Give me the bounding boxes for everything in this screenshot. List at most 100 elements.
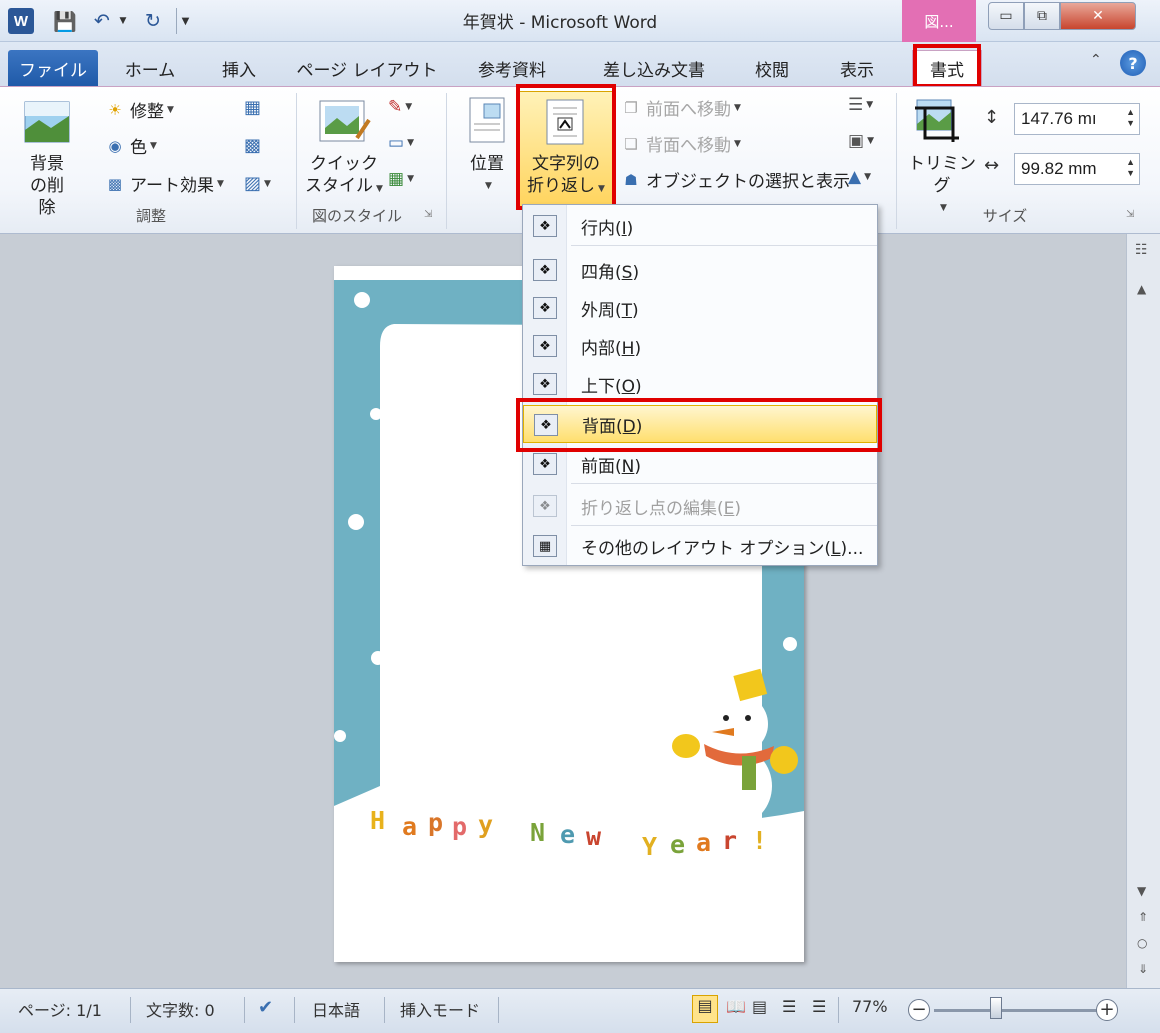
menu-item-in-line[interactable]: ❖ 行内(I) xyxy=(523,207,877,245)
status-separator xyxy=(294,997,295,1023)
full-screen-reading-view-icon[interactable]: 📖 xyxy=(726,997,746,1016)
title-bar: W 💾 ↶ ▼ ↻ ▼ 年賀状 - Microsoft Word 図... ▭ … xyxy=(0,0,1160,42)
scroll-up-icon[interactable]: ▲ xyxy=(1137,282,1146,296)
wrap-in-line-icon: ❖ xyxy=(533,215,557,237)
tab-references[interactable]: 参考資料 xyxy=(460,50,564,86)
scroll-down-icon[interactable]: ▼ xyxy=(1137,884,1146,898)
selection-pane-button[interactable]: ☗ オブジェクトの選択と表示 xyxy=(620,167,850,193)
send-backward-label: 背面へ移動 xyxy=(646,136,731,156)
menu-item-behind-text[interactable]: ❖ 背面(D) xyxy=(523,405,877,443)
align-icon[interactable]: ☰ ▼ xyxy=(848,95,873,115)
sun-icon: ☀ xyxy=(108,100,122,119)
undo-dropdown-icon[interactable]: ▼ xyxy=(116,8,130,34)
dialog-launcher-icon[interactable]: ⇲ xyxy=(1126,209,1134,220)
tab-file[interactable]: ファイル xyxy=(8,50,98,86)
chevron-down-icon: ▼ xyxy=(864,172,871,182)
tab-review[interactable]: 校閲 xyxy=(740,50,804,86)
menu-item-label: 四角(S) xyxy=(581,262,640,283)
position-icon xyxy=(466,95,508,145)
outline-view-icon[interactable]: ☰ xyxy=(782,997,796,1016)
status-bar: ページ: 1/1 文字数: 0 ✔ 日本語 挿入モード ▤ 📖 ▤ ☰ ☰ 77… xyxy=(0,988,1160,1033)
width-input[interactable]: 99.82 mm ▲ ▼ xyxy=(1014,153,1140,185)
menu-item-through[interactable]: ❖ 内部(H) xyxy=(523,327,877,365)
color-button[interactable]: ◉ 色 ▼ xyxy=(104,133,157,159)
zoom-in-button[interactable]: + xyxy=(1096,999,1118,1021)
language-indicator[interactable]: 日本語 xyxy=(312,997,360,1021)
picture-border-icon[interactable]: ✎ ▼ xyxy=(388,97,412,117)
maximize-button[interactable]: ⧉ xyxy=(1024,2,1060,30)
page-indicator[interactable]: ページ: 1/1 xyxy=(18,997,102,1021)
zoom-out-button[interactable]: − xyxy=(908,999,930,1021)
save-icon[interactable]: 💾 xyxy=(52,8,78,34)
undo-icon[interactable]: ↶ xyxy=(88,8,116,34)
minimize-button[interactable]: ▭ xyxy=(988,2,1024,30)
compress-pictures-icon[interactable]: ▦ xyxy=(244,97,261,118)
picture-layout-icon[interactable]: ▦ ▼ xyxy=(388,169,414,189)
height-spin-arrows-icon[interactable]: ▲ ▼ xyxy=(1126,107,1135,129)
picture-effects-icon[interactable]: ▭ ▼ xyxy=(388,133,414,153)
vertical-scrollbar[interactable]: ☷ ▲ ▼ ⇑ ○ ⇓ xyxy=(1126,234,1160,988)
status-separator xyxy=(498,997,499,1023)
tab-home[interactable]: ホーム xyxy=(110,50,190,86)
menu-item-label: 行内(I) xyxy=(581,218,634,239)
dialog-launcher-icon[interactable]: ⇲ xyxy=(424,209,432,220)
menu-item-accelerator: S xyxy=(621,262,633,283)
reset-picture-icon[interactable]: ▨ ▼ xyxy=(244,173,271,194)
print-layout-view-icon[interactable]: ▤ xyxy=(692,995,718,1023)
bring-forward-button[interactable]: ❐ 前面へ移動 ▼ xyxy=(620,95,741,121)
ruler-toggle-icon[interactable]: ☷ xyxy=(1135,242,1148,258)
status-separator xyxy=(130,997,131,1023)
menu-item-accelerator: I xyxy=(621,218,627,239)
corrections-button[interactable]: ☀ 修整 ▼ xyxy=(104,97,174,123)
menu-item-square[interactable]: ❖ 四角(S) xyxy=(523,251,877,289)
menu-item-tight[interactable]: ❖ 外周(T) xyxy=(523,289,877,327)
web-layout-view-icon[interactable]: ▤ xyxy=(752,997,767,1016)
tab-mailings[interactable]: 差し込み文書 xyxy=(584,50,724,86)
zoom-level[interactable]: 77% xyxy=(852,997,888,1016)
send-backward-button[interactable]: ❏ 背面へ移動 ▼ xyxy=(620,131,741,157)
height-input[interactable]: 147.76 mı ▲ ▼ xyxy=(1014,103,1140,135)
zoom-slider-thumb[interactable] xyxy=(990,997,1002,1019)
remove-background-button[interactable]: 背景の削除 xyxy=(10,153,84,219)
card-letter-a: a xyxy=(696,828,712,857)
picture-styles-group-label: 図のスタイル xyxy=(311,207,402,225)
menu-item-in-front-of-text[interactable]: ❖ 前面(N) xyxy=(523,445,877,483)
proofing-icon[interactable]: ✔ xyxy=(258,997,273,1018)
insert-mode-indicator[interactable]: 挿入モード xyxy=(400,997,480,1021)
width-spin-arrows-icon[interactable]: ▲ ▼ xyxy=(1126,157,1135,179)
menu-separator xyxy=(571,245,877,246)
zoom-slider[interactable] xyxy=(934,1009,1100,1012)
corrections-label: 修整 xyxy=(130,102,164,122)
wrap-text-button[interactable]: 文字列の 折り返し ▼ xyxy=(520,153,612,200)
draft-view-icon[interactable]: ☰ xyxy=(812,997,826,1016)
group-objects-icon[interactable]: ▣ ▼ xyxy=(848,131,874,151)
menu-item-label: 背面(D) xyxy=(582,416,643,437)
menu-item-top-bottom[interactable]: ❖ 上下(O) xyxy=(523,365,877,403)
tab-page-layout[interactable]: ページ レイアウト xyxy=(290,50,444,86)
close-button[interactable]: ✕ xyxy=(1060,2,1136,30)
word-count[interactable]: 文字数: 0 xyxy=(146,997,215,1021)
minimize-ribbon-icon[interactable]: ⌃ xyxy=(1090,52,1102,68)
tab-format[interactable]: 書式 xyxy=(912,50,982,86)
chevron-down-icon: ▼ xyxy=(150,140,157,151)
previous-page-icon[interactable]: ⇑ xyxy=(1138,910,1148,924)
artistic-effects-button[interactable]: ▩ アート効果 ▼ xyxy=(104,171,224,197)
menu-item-edit-wrap-points[interactable]: ❖ 折り返し点の編集(E) xyxy=(523,487,877,525)
menu-item-text: 折り返し点の編集 xyxy=(581,498,717,519)
tab-insert[interactable]: 挿入 xyxy=(204,50,274,86)
browse-object-icon[interactable]: ○ xyxy=(1137,936,1147,950)
redo-icon[interactable]: ↻ xyxy=(140,8,166,34)
position-button[interactable]: 位置 ▼ xyxy=(458,153,516,197)
help-icon[interactable]: ? xyxy=(1120,50,1146,76)
next-page-icon[interactable]: ⇓ xyxy=(1138,962,1148,976)
change-picture-icon[interactable]: ▩ xyxy=(244,135,261,156)
rotate-icon[interactable]: ▲ ▼ xyxy=(848,167,871,187)
word-app-icon[interactable]: W xyxy=(8,8,34,34)
wrap-text-label-line2: 折り返し xyxy=(527,176,596,196)
tab-view[interactable]: 表示 xyxy=(820,50,894,86)
customize-quick-access-icon[interactable]: ▼ xyxy=(176,8,194,34)
wrap-behind-text-icon: ❖ xyxy=(534,414,558,436)
quick-styles-button[interactable]: クイック スタイル ▼ xyxy=(302,153,386,200)
menu-item-more-layout-options[interactable]: ▦ その他のレイアウト オプション(L)... xyxy=(523,527,877,565)
status-separator xyxy=(384,997,385,1023)
